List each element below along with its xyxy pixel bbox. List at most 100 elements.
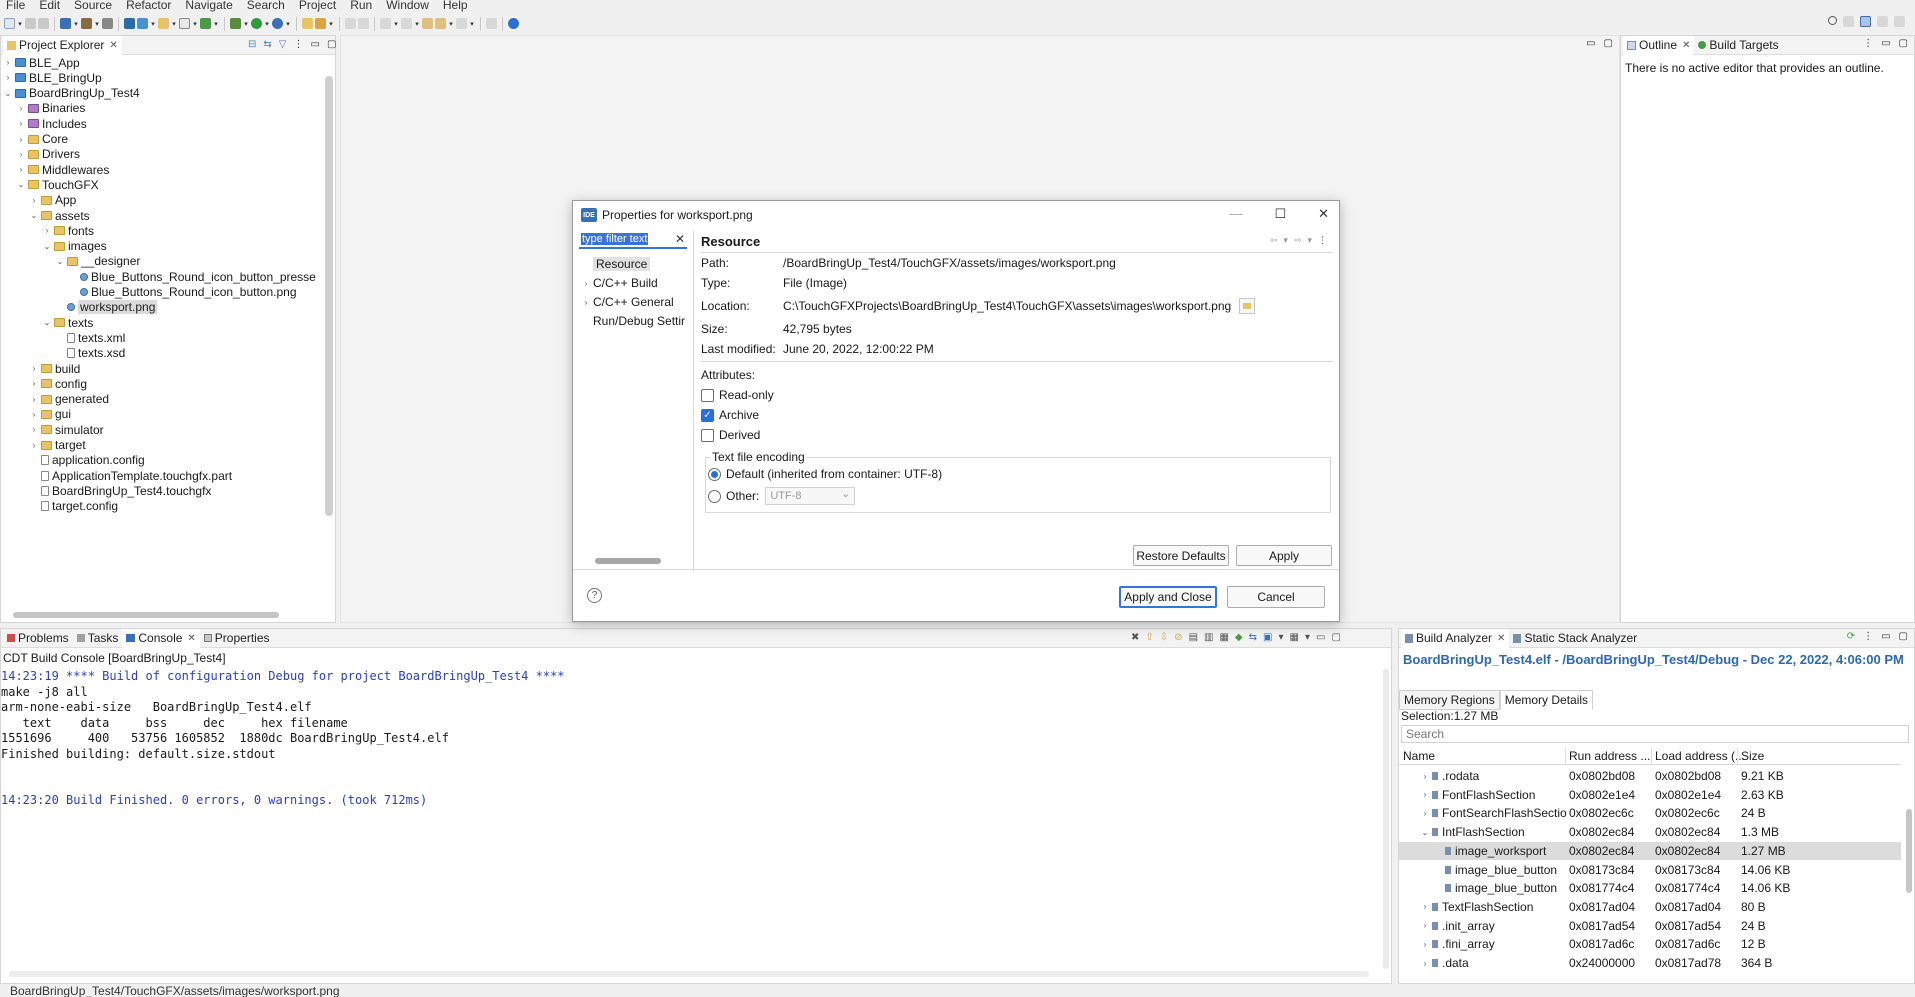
close-icon[interactable]: ✕ [1682, 40, 1690, 51]
checkbox-checked-icon[interactable]: ✓ [701, 408, 714, 422]
console-link-icon[interactable]: ⇆ [1249, 632, 1257, 643]
column-separator[interactable] [1651, 747, 1652, 765]
new-file-icon[interactable] [179, 18, 190, 29]
tab-tasks[interactable]: Tasks [73, 629, 123, 648]
copy-icon[interactable]: ▦ [1219, 632, 1228, 643]
perspective-icon[interactable] [1894, 16, 1905, 27]
dropdown-arrow-icon[interactable]: ▾ [150, 20, 156, 28]
minimize-icon[interactable]: ▭ [1316, 632, 1325, 643]
scroll-up-icon[interactable]: ⇧ [1145, 632, 1153, 643]
chevron-right-icon[interactable]: › [29, 364, 39, 373]
new-icon[interactable] [4, 18, 15, 29]
menu-refactor[interactable]: Refactor [120, 0, 179, 11]
horizontal-scrollbar[interactable] [13, 612, 279, 618]
chevron-right-icon[interactable]: › [16, 150, 26, 159]
tree-item[interactable]: ⌄ assets [1, 208, 90, 223]
tree-item[interactable]: › BLE_BringUp [1, 70, 102, 85]
column-separator[interactable] [1737, 747, 1738, 765]
clear-filter-icon[interactable]: ✕ [675, 232, 685, 246]
chevron-right-icon[interactable]: › [3, 58, 13, 67]
column-separator[interactable] [1565, 747, 1566, 765]
view-menu-icon[interactable]: ⋮ [1318, 235, 1327, 246]
readonly-checkbox[interactable]: Read-only [701, 387, 774, 403]
chevron-right-icon[interactable]: › [16, 104, 26, 113]
tree-item[interactable]: application.config [1, 453, 145, 468]
chevron-down-icon[interactable]: ⌄ [42, 318, 52, 327]
chevron-down-icon[interactable]: ⌄ [29, 211, 39, 220]
dropdown-arrow-icon[interactable]: ▾ [414, 20, 420, 28]
vertical-scrollbar[interactable] [1383, 669, 1389, 969]
save-icon[interactable] [25, 18, 36, 29]
minimize-icon[interactable]: ▭ [310, 39, 319, 50]
dropdown-arrow-icon[interactable]: ▾ [285, 20, 291, 28]
horizontal-scrollbar[interactable] [9, 971, 1369, 977]
tree-item[interactable]: Blue_Buttons_Round_icon_button.png [1, 285, 297, 300]
chevron-right-icon[interactable]: › [1420, 940, 1430, 949]
scroll-down-icon[interactable]: ⇩ [1160, 632, 1168, 643]
tree-item[interactable]: › Binaries [1, 101, 86, 116]
checkbox-box[interactable] [701, 388, 714, 402]
run-icon[interactable] [251, 18, 262, 29]
close-icon[interactable]: ✕ [109, 40, 117, 51]
chevron-right-icon[interactable]: › [1420, 790, 1430, 799]
table-row[interactable]: › FontSearchFlashSectio 0x0802ec6c 0x0802ec… [1399, 804, 1901, 822]
perspective-icon[interactable] [1860, 16, 1871, 27]
nav-item[interactable]: Resource [579, 256, 651, 272]
search-input[interactable]: Search [1401, 725, 1909, 743]
chevron-right-icon[interactable]: › [29, 410, 39, 419]
dropdown-arrow-icon[interactable]: ▾ [94, 20, 100, 28]
column-header[interactable]: Run address ... [1569, 747, 1650, 765]
dropdown-arrow-icon[interactable]: ▾ [171, 20, 177, 28]
nav-item[interactable]: Run/Debug Settir [579, 313, 685, 329]
chevron-right-icon[interactable]: › [29, 425, 39, 434]
chevron-down-icon[interactable]: ⌄ [16, 180, 26, 189]
tree-item[interactable]: › fonts [1, 223, 94, 238]
minimize-icon[interactable]: ▭ [1881, 631, 1890, 642]
close-icon[interactable]: ✕ [1497, 633, 1505, 644]
dropdown-arrow-icon[interactable]: ▾ [448, 20, 454, 28]
device-config-icon[interactable] [124, 18, 135, 29]
tree-item[interactable]: › gui [1, 407, 71, 422]
checkbox-box[interactable] [701, 428, 714, 442]
minimize-icon[interactable]: ▭ [1586, 38, 1595, 49]
dropdown-arrow-icon[interactable]: ▾ [73, 20, 79, 28]
tree-item[interactable]: ApplicationTemplate.touchgfx.part [1, 468, 232, 483]
chevron-right-icon[interactable]: › [29, 441, 39, 450]
word-wrap-icon[interactable]: ▥ [1204, 632, 1213, 643]
tree-item[interactable]: › simulator [1, 422, 104, 437]
back-icon[interactable] [435, 18, 446, 29]
menu-navigate[interactable]: Navigate [179, 0, 240, 11]
chevron-right-icon[interactable]: › [1420, 772, 1430, 781]
dropdown-arrow-icon[interactable]: ▾ [393, 20, 399, 28]
tree-item[interactable]: Blue_Buttons_Round_icon_button_presse [1, 269, 316, 284]
tree-item[interactable]: ⌄ TouchGFX [1, 177, 99, 192]
table-row[interactable]: › TextFlashSection 0x0817ad04 0x0817ad04 80 … [1399, 898, 1901, 916]
dropdown-arrow-icon[interactable]: ▾ [328, 20, 334, 28]
clean-icon[interactable] [102, 18, 113, 29]
dropdown-arrow-icon[interactable]: ▾ [1278, 632, 1283, 643]
table-row[interactable]: › .rodata 0x0802bd08 0x0802bd08 9.21 KB [1399, 767, 1901, 785]
last-edit-icon[interactable] [422, 18, 433, 29]
radio-icon[interactable] [708, 489, 721, 503]
collapse-all-icon[interactable]: ⊟ [248, 39, 256, 50]
derived-checkbox[interactable]: Derived [701, 427, 760, 443]
dropdown-arrow-icon[interactable]: ▾ [1305, 632, 1310, 643]
tree-item[interactable]: texts.xsd [1, 346, 125, 361]
help-icon[interactable]: ? [587, 588, 602, 603]
chevron-right-icon[interactable]: › [42, 226, 52, 235]
table-row[interactable]: image_blue_button 0x081774c4 0x081774c4 14.… [1399, 879, 1901, 897]
toggle-block-icon[interactable] [358, 18, 369, 29]
minimize-icon[interactable]: — [1229, 206, 1242, 222]
chevron-down-icon[interactable]: ⌄ [1420, 828, 1430, 837]
save-all-icon[interactable] [38, 18, 49, 29]
menu-file[interactable]: File [0, 0, 33, 11]
info-icon[interactable] [508, 18, 519, 29]
chevron-right-icon[interactable]: › [579, 298, 593, 307]
tree-item[interactable]: › Includes [1, 116, 87, 131]
nav-item[interactable]: › C/C++ Build [579, 275, 658, 291]
archive-checkbox[interactable]: ✓ Archive [701, 407, 759, 423]
debug-icon[interactable] [230, 18, 241, 29]
chevron-right-icon[interactable]: › [16, 165, 26, 174]
perspective-icon[interactable] [1877, 16, 1888, 27]
toggle-mark-icon[interactable] [345, 18, 356, 29]
